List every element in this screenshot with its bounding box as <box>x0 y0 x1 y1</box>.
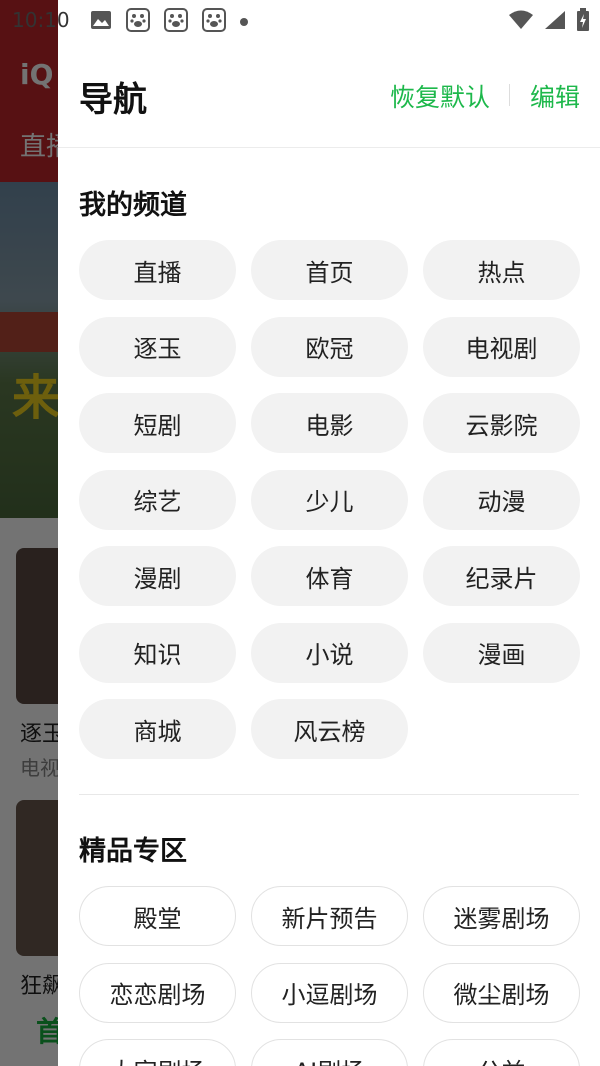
premium-chip[interactable]: 恋恋剧场 <box>79 962 236 1023</box>
channel-chip[interactable]: 电视剧 <box>423 316 580 377</box>
premium-chip[interactable]: 微尘剧场 <box>423 962 580 1023</box>
section-divider <box>79 794 579 795</box>
channel-chip[interactable]: 体育 <box>251 546 408 606</box>
gallery-icon <box>90 10 112 34</box>
premium-chip[interactable]: 大家剧场 <box>79 1039 236 1066</box>
premium-chip[interactable]: 迷雾剧场 <box>423 886 580 946</box>
channel-chip[interactable]: 电影 <box>251 393 408 453</box>
drawer-title: 导航 <box>79 80 147 120</box>
channel-chip[interactable]: 漫剧 <box>79 546 236 606</box>
channel-chip[interactable]: 热点 <box>423 240 580 300</box>
channel-chip[interactable]: 动漫 <box>423 469 580 530</box>
baidu-icon <box>126 8 150 36</box>
baidu-icon <box>202 8 226 36</box>
channel-chip[interactable]: 风云榜 <box>251 699 408 759</box>
signal-icon <box>544 10 566 34</box>
notification-dot-icon <box>240 18 248 26</box>
drawer-header: 导航 恢复默认 编辑 <box>58 40 600 148</box>
premium-chip[interactable]: AI剧场 <box>251 1039 408 1066</box>
battery-charging-icon <box>576 8 590 36</box>
channel-chip[interactable]: 云影院 <box>423 393 580 453</box>
edit-button[interactable]: 编辑 <box>530 78 580 114</box>
channel-chip[interactable]: 小说 <box>251 622 408 683</box>
channel-chip[interactable]: 商城 <box>79 699 236 759</box>
channel-chip[interactable]: 短剧 <box>79 393 236 453</box>
wifi-icon <box>508 10 534 34</box>
channel-chip[interactable]: 综艺 <box>79 469 236 530</box>
channel-chip[interactable]: 纪录片 <box>423 546 580 606</box>
baidu-icon <box>164 8 188 36</box>
premium-zone-title: 精品专区 <box>79 836 187 867</box>
premium-chip[interactable]: 新片预告 <box>251 886 408 946</box>
premium-chip[interactable]: 殿堂 <box>79 886 236 946</box>
channel-chip[interactable]: 知识 <box>79 622 236 683</box>
status-time: 10:10 <box>12 8 70 32</box>
channel-chip[interactable]: 直播 <box>79 240 236 300</box>
channel-chip[interactable]: 少儿 <box>251 469 408 530</box>
my-channels-title: 我的频道 <box>79 190 187 221</box>
restore-default-button[interactable]: 恢复默认 <box>390 78 490 114</box>
premium-chip[interactable]: 公益 <box>423 1039 580 1066</box>
premium-chip[interactable]: 小逗剧场 <box>251 962 408 1023</box>
channel-chip[interactable]: 逐玉 <box>79 316 236 377</box>
channel-chip[interactable]: 欧冠 <box>251 316 408 377</box>
channel-chip[interactable]: 首页 <box>251 240 408 300</box>
navigation-drawer: 导航 恢复默认 编辑 我的频道 直播 首页 热点逐玉 欧冠 电视剧短剧 电影 云影院综艺 少儿… <box>58 0 600 1066</box>
header-divider <box>509 84 510 106</box>
channel-chip[interactable]: 漫画 <box>423 622 580 683</box>
status-bar: 10:10 <box>0 0 600 40</box>
